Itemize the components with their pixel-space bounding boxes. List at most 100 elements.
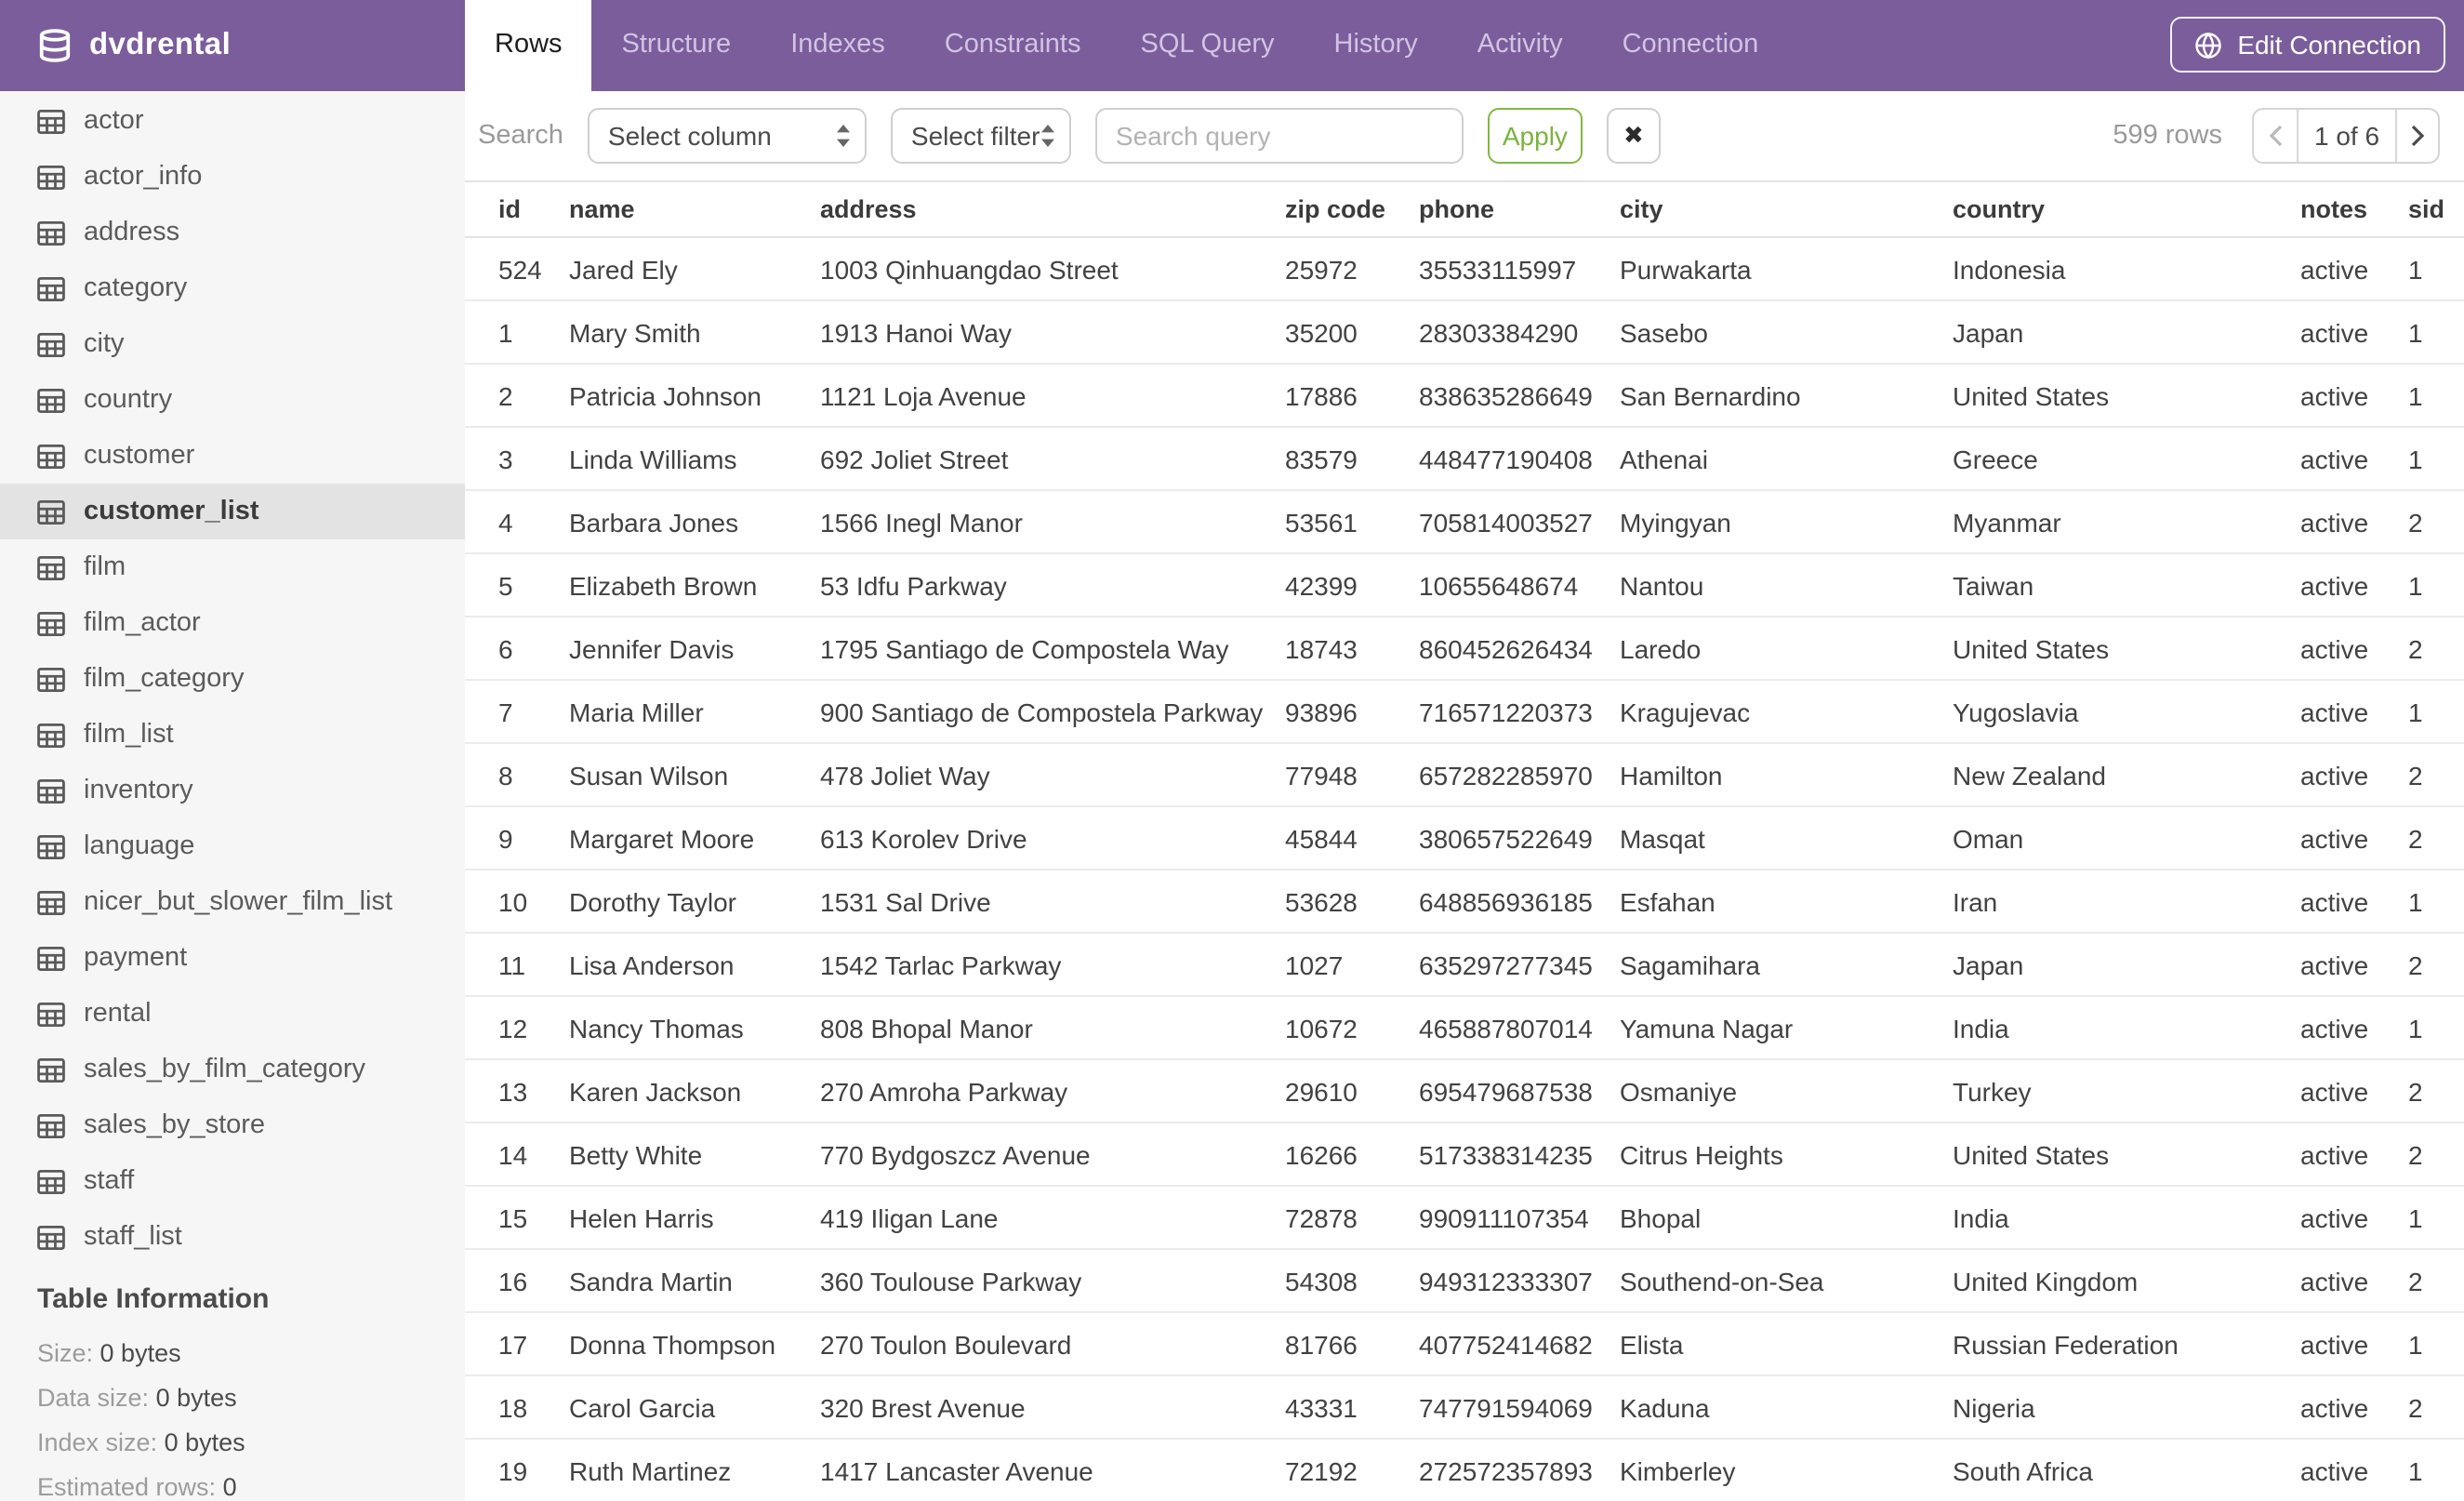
tab-sql-query[interactable]: SQL Query (1111, 0, 1305, 91)
cell-city[interactable]: Bhopal (1620, 1202, 1953, 1232)
column-header-address[interactable]: address (820, 195, 1285, 223)
cell-name[interactable]: Margaret Moore (569, 823, 820, 853)
clear-search-button[interactable]: ✖ (1606, 108, 1661, 164)
cell-name[interactable]: Nancy Thomas (569, 1013, 820, 1043)
cell-city[interactable]: Athenai (1620, 444, 1953, 473)
cell-country[interactable]: India (1953, 1013, 2300, 1043)
cell-zip-code[interactable]: 42399 (1285, 570, 1419, 600)
column-header-id[interactable]: id (498, 195, 569, 223)
cell-phone[interactable]: 517338314235 (1419, 1139, 1620, 1169)
cell-city[interactable]: Myingyan (1620, 507, 1953, 537)
cell-id[interactable]: 8 (498, 760, 569, 790)
sidebar-item-film-category[interactable]: film_category (0, 651, 465, 707)
table-row[interactable]: 6 Jennifer Davis 1795 Santiago de Composte… (465, 618, 2464, 681)
cell-notes[interactable]: active (2300, 1202, 2408, 1232)
table-row[interactable]: 4 Barbara Jones 1566 Inegl Manor 53561 70581… (465, 491, 2464, 554)
sidebar-item-address[interactable]: address (0, 205, 465, 260)
cell-name[interactable]: Helen Harris (569, 1202, 820, 1232)
table-row[interactable]: 3 Linda Williams 692 Joliet Street 83579 448… (465, 428, 2464, 491)
cell-notes[interactable]: active (2300, 507, 2408, 537)
column-header-sid[interactable]: sid (2408, 195, 2464, 223)
tab-connection[interactable]: Connection (1593, 0, 1789, 91)
table-row[interactable]: 7 Maria Miller 900 Santiago de Compostela … (465, 681, 2464, 744)
cell-notes[interactable]: active (2300, 823, 2408, 853)
cell-name[interactable]: Carol Garcia (569, 1392, 820, 1422)
sidebar-item-customer[interactable]: customer (0, 428, 465, 484)
sidebar-item-country[interactable]: country (0, 372, 465, 428)
cell-name[interactable]: Lisa Anderson (569, 950, 820, 979)
cell-id[interactable]: 11 (498, 950, 569, 979)
cell-name[interactable]: Donna Thompson (569, 1329, 820, 1359)
cell-phone[interactable]: 990911107354 (1419, 1202, 1620, 1232)
cell-id[interactable]: 4 (498, 507, 569, 537)
cell-sid[interactable]: 1 (2408, 1329, 2464, 1359)
cell-name[interactable]: Linda Williams (569, 444, 820, 473)
cell-zip-code[interactable]: 72192 (1285, 1455, 1419, 1485)
cell-sid[interactable]: 1 (2408, 254, 2464, 284)
cell-zip-code[interactable]: 83579 (1285, 444, 1419, 473)
cell-zip-code[interactable]: 18743 (1285, 633, 1419, 663)
cell-sid[interactable]: 2 (2408, 1139, 2464, 1169)
cell-notes[interactable]: active (2300, 633, 2408, 663)
sidebar-item-category[interactable]: category (0, 260, 465, 316)
cell-zip-code[interactable]: 54308 (1285, 1266, 1419, 1295)
cell-city[interactable]: Citrus Heights (1620, 1139, 1953, 1169)
tab-history[interactable]: History (1305, 0, 1448, 91)
cell-phone[interactable]: 28303384290 (1419, 317, 1620, 347)
cell-phone[interactable]: 448477190408 (1419, 444, 1620, 473)
cell-id[interactable]: 9 (498, 823, 569, 853)
table-row[interactable]: 11 Lisa Anderson 1542 Tarlac Parkway 1027 63… (465, 934, 2464, 997)
cell-id[interactable]: 10 (498, 886, 569, 916)
cell-zip-code[interactable]: 1027 (1285, 950, 1419, 979)
column-header-notes[interactable]: notes (2300, 195, 2408, 223)
cell-sid[interactable]: 2 (2408, 1392, 2464, 1422)
cell-city[interactable]: Masqat (1620, 823, 1953, 853)
cell-notes[interactable]: active (2300, 1139, 2408, 1169)
cell-zip-code[interactable]: 45844 (1285, 823, 1419, 853)
cell-notes[interactable]: active (2300, 1076, 2408, 1106)
cell-address[interactable]: 478 Joliet Way (820, 760, 1285, 790)
cell-country[interactable]: Oman (1953, 823, 2300, 853)
cell-name[interactable]: Jared Ely (569, 254, 820, 284)
cell-notes[interactable]: active (2300, 1266, 2408, 1295)
cell-name[interactable]: Susan Wilson (569, 760, 820, 790)
cell-city[interactable]: Kaduna (1620, 1392, 1953, 1422)
cell-sid[interactable]: 1 (2408, 697, 2464, 726)
sidebar-item-staff-list[interactable]: staff_list (0, 1209, 465, 1265)
cell-phone[interactable]: 695479687538 (1419, 1076, 1620, 1106)
cell-notes[interactable]: active (2300, 1455, 2408, 1485)
cell-city[interactable]: Yamuna Nagar (1620, 1013, 1953, 1043)
cell-notes[interactable]: active (2300, 697, 2408, 726)
cell-address[interactable]: 770 Bydgoszcz Avenue (820, 1139, 1285, 1169)
table-row[interactable]: 19 Ruth Martinez 1417 Lancaster Avenue 7219… (465, 1440, 2464, 1501)
cell-phone[interactable]: 10655648674 (1419, 570, 1620, 600)
sidebar-item-nicer-but-slower-film-list[interactable]: nicer_but_slower_film_list (0, 874, 465, 930)
cell-sid[interactable]: 1 (2408, 380, 2464, 410)
table-row[interactable]: 1 Mary Smith 1913 Hanoi Way 35200 2830338429… (465, 301, 2464, 365)
cell-city[interactable]: Sagamihara (1620, 950, 1953, 979)
cell-sid[interactable]: 2 (2408, 950, 2464, 979)
cell-address[interactable]: 53 Idfu Parkway (820, 570, 1285, 600)
cell-address[interactable]: 808 Bhopal Manor (820, 1013, 1285, 1043)
cell-address[interactable]: 320 Brest Avenue (820, 1392, 1285, 1422)
cell-phone[interactable]: 35533115997 (1419, 254, 1620, 284)
table-row[interactable]: 2 Patricia Johnson 1121 Loja Avenue 17886 83… (465, 365, 2464, 428)
cell-country[interactable]: United States (1953, 1139, 2300, 1169)
cell-phone[interactable]: 747791594069 (1419, 1392, 1620, 1422)
cell-country[interactable]: Nigeria (1953, 1392, 2300, 1422)
cell-city[interactable]: Osmaniye (1620, 1076, 1953, 1106)
cell-id[interactable]: 524 (498, 254, 569, 284)
cell-name[interactable]: Jennifer Davis (569, 633, 820, 663)
cell-id[interactable]: 14 (498, 1139, 569, 1169)
cell-country[interactable]: United States (1953, 633, 2300, 663)
sidebar-item-film-list[interactable]: film_list (0, 707, 465, 763)
cell-name[interactable]: Dorothy Taylor (569, 886, 820, 916)
cell-notes[interactable]: active (2300, 760, 2408, 790)
cell-id[interactable]: 2 (498, 380, 569, 410)
column-header-city[interactable]: city (1620, 195, 1953, 223)
previous-page-button[interactable] (2254, 110, 2297, 162)
table-row[interactable]: 16 Sandra Martin 360 Toulouse Parkway 54308… (465, 1250, 2464, 1313)
cell-phone[interactable]: 648856936185 (1419, 886, 1620, 916)
table-row[interactable]: 13 Karen Jackson 270 Amroha Parkway 29610 69… (465, 1060, 2464, 1123)
cell-country[interactable]: Greece (1953, 444, 2300, 473)
